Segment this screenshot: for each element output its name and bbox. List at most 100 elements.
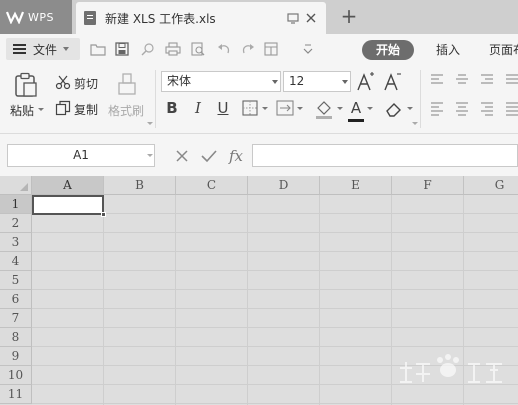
document-title: 新建 XLS 工作表.xls [105, 11, 216, 26]
font-name-select[interactable]: 宋体 [161, 71, 281, 92]
column-header-c[interactable]: C [176, 176, 248, 195]
underline-button[interactable]: U [214, 98, 232, 118]
chevron-down-icon [147, 122, 153, 125]
customize-toolbar-icon[interactable] [300, 42, 316, 56]
new-tab-button[interactable]: + [340, 6, 358, 26]
baidu-jingyan-watermark [400, 354, 502, 383]
tab-page-layout[interactable]: 页面布 [489, 40, 518, 60]
align-justify-icon[interactable] [505, 74, 518, 86]
chevron-down-icon [272, 80, 278, 84]
column-header-b[interactable]: B [104, 176, 176, 195]
decrease-font-size-icon[interactable] [384, 72, 402, 92]
close-tab-icon[interactable] [304, 11, 318, 25]
file-menu-label: 文件 [33, 42, 58, 57]
copy-icon[interactable] [55, 100, 71, 116]
select-all-button[interactable] [0, 176, 32, 195]
row-header-1[interactable]: 1 [0, 195, 32, 214]
column-header-e[interactable]: E [320, 176, 392, 195]
align-middle-icon[interactable] [455, 74, 469, 86]
row-header-8[interactable]: 8 [0, 328, 32, 347]
chevron-down-icon[interactable] [297, 107, 303, 110]
row-header-11[interactable]: 11 [0, 385, 32, 404]
cancel-icon[interactable] [175, 149, 189, 163]
font-size-select[interactable]: 12 [283, 71, 351, 92]
chevron-down-icon[interactable] [147, 154, 153, 157]
scissors-icon[interactable] [55, 74, 71, 90]
align-right-icon[interactable] [480, 102, 494, 116]
chevron-down-icon [63, 47, 70, 51]
row-header-10[interactable]: 10 [0, 366, 32, 385]
merge-cells-icon[interactable] [276, 100, 294, 116]
column-header-d[interactable]: D [248, 176, 320, 195]
check-icon[interactable] [201, 149, 217, 163]
align-left-icon[interactable] [430, 102, 444, 116]
fill-color-icon[interactable] [314, 99, 334, 119]
ribbon-divider [155, 70, 156, 128]
output-pdf-icon[interactable] [140, 42, 156, 56]
column-header-g[interactable]: G [464, 176, 518, 195]
file-menu-button[interactable]: 文件 [6, 38, 80, 60]
row-header-3[interactable]: 3 [0, 233, 32, 252]
wps-tab-label: WPS [28, 10, 54, 24]
paste-label[interactable]: 粘贴 [10, 102, 34, 119]
insert-function-button[interactable]: fx [226, 146, 246, 166]
column-header-a[interactable]: A [32, 176, 104, 195]
redo-icon[interactable] [240, 42, 256, 56]
formula-bar: A1 fx [0, 134, 518, 176]
hamburger-icon [13, 44, 26, 54]
cut-label[interactable]: 剪切 [74, 75, 98, 92]
print-icon[interactable] [165, 42, 181, 56]
row-header-5[interactable]: 5 [0, 271, 32, 290]
copy-label[interactable]: 复制 [74, 101, 98, 118]
title-bar: WPS 新建 XLS 工作表.xls + [0, 0, 518, 34]
increase-font-size-icon[interactable] [357, 72, 375, 92]
active-cell-a1[interactable] [32, 195, 104, 215]
chevron-down-icon [412, 122, 418, 125]
open-folder-icon[interactable] [90, 42, 106, 56]
fill-handle[interactable] [101, 212, 106, 217]
format-painter-label[interactable]: 格式刷 [108, 102, 144, 119]
sheet-layout-icon[interactable] [264, 42, 280, 56]
row-header-6[interactable]: 6 [0, 290, 32, 309]
row-header-4[interactable]: 4 [0, 252, 32, 271]
column-header-f[interactable]: F [392, 176, 464, 195]
name-box[interactable]: A1 [7, 144, 155, 167]
row-header-2[interactable]: 2 [0, 214, 32, 233]
chevron-down-icon[interactable] [262, 107, 268, 110]
save-icon[interactable] [114, 42, 130, 56]
italic-button[interactable]: I [190, 98, 206, 118]
bold-button[interactable]: B [164, 98, 180, 118]
formula-input[interactable] [252, 144, 518, 167]
wps-home-tab[interactable]: WPS [0, 0, 72, 34]
eraser-icon[interactable] [384, 99, 404, 119]
chevron-down-icon[interactable] [38, 108, 44, 111]
ribbon-divider [420, 70, 421, 128]
row-header-7[interactable]: 7 [0, 309, 32, 328]
paste-icon[interactable] [13, 72, 39, 98]
align-center-icon[interactable] [455, 102, 469, 116]
undo-icon[interactable] [216, 42, 232, 56]
format-painter-icon[interactable] [116, 72, 138, 96]
distributed-align-icon[interactable] [505, 102, 518, 116]
chevron-down-icon[interactable] [407, 107, 413, 110]
tab-start[interactable]: 开始 [362, 40, 414, 60]
quick-access-bar: 文件 开始 插入 页面布 [0, 34, 518, 83]
font-color-button[interactable]: A [348, 98, 364, 118]
cell-reference: A1 [73, 148, 89, 162]
font-size-value: 12 [289, 74, 305, 88]
tab-insert[interactable]: 插入 [436, 40, 460, 60]
align-bottom-icon[interactable] [480, 74, 494, 86]
align-top-icon[interactable] [430, 74, 444, 86]
wps-logo-icon [6, 11, 24, 24]
ribbon-home: 粘贴 剪切 复制 格式刷 宋体 12 B I U A [0, 64, 518, 134]
document-tab[interactable]: 新建 XLS 工作表.xls [76, 2, 326, 34]
chevron-down-icon [342, 80, 348, 84]
row-header-9[interactable]: 9 [0, 347, 32, 366]
print-preview-icon[interactable] [190, 42, 206, 56]
chevron-down-icon[interactable] [367, 107, 373, 110]
chevron-down-icon[interactable] [337, 107, 343, 110]
float-window-icon[interactable] [286, 11, 300, 25]
font-color-swatch [348, 119, 364, 122]
document-icon [84, 11, 96, 25]
borders-icon[interactable] [242, 100, 258, 116]
